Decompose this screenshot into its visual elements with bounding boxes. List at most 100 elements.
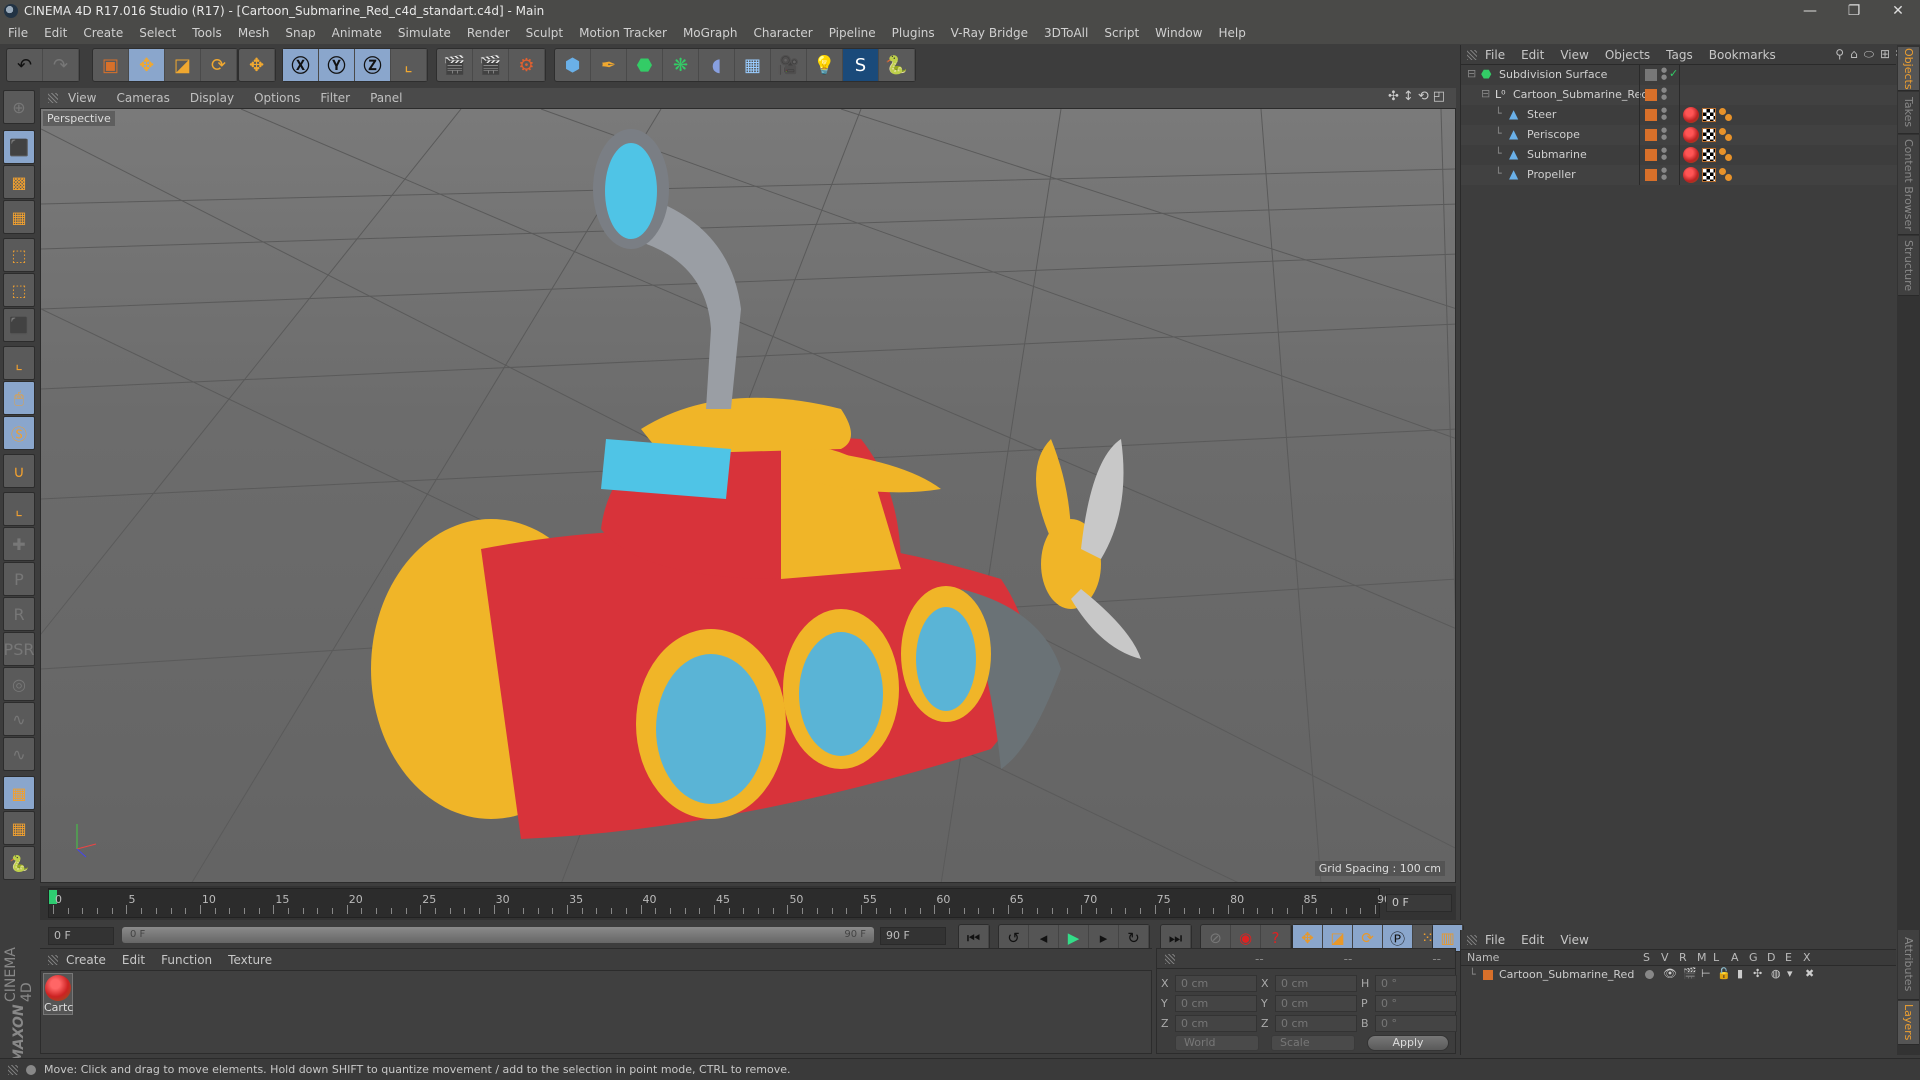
visibility-dots-icon[interactable]: ● ● xyxy=(1661,147,1667,161)
polygons-mode-icon[interactable]: ⬛ xyxy=(3,308,35,342)
object-menu-objects[interactable]: Objects xyxy=(1597,48,1658,62)
layer-lock-icon[interactable]: 🔓 xyxy=(1717,967,1731,980)
viewport-camera-label[interactable]: Perspective xyxy=(43,111,115,126)
object-name[interactable]: Cartoon_Submarine_Red xyxy=(1513,88,1648,101)
layer-color-swatch[interactable] xyxy=(1483,970,1493,980)
camera-icon[interactable]: 🎥 xyxy=(771,49,807,81)
menu-plugins[interactable]: Plugins xyxy=(884,26,943,40)
dolly-icon[interactable]: ↕ xyxy=(1403,89,1414,104)
end-frame-field[interactable]: 90 F xyxy=(880,927,946,945)
uvw-tag-icon[interactable] xyxy=(1702,148,1716,162)
position-z-field[interactable]: 0 cm xyxy=(1175,1015,1257,1032)
undo-icon[interactable]: ↶ xyxy=(7,49,43,81)
move-icon[interactable]: ✥ xyxy=(129,49,165,81)
object-menu-bookmarks[interactable]: Bookmarks xyxy=(1701,48,1784,62)
render-picture-viewer-icon[interactable]: 🎬 xyxy=(473,49,509,81)
selection-tag-icon[interactable] xyxy=(1719,148,1733,162)
material-menu-create[interactable]: Create xyxy=(58,953,114,967)
menu-script[interactable]: Script xyxy=(1096,26,1147,40)
viewport-menu-panel[interactable]: Panel xyxy=(360,91,412,105)
viewport-menu-filter[interactable]: Filter xyxy=(310,91,360,105)
rotation-p-field[interactable]: 0 ° xyxy=(1375,995,1457,1012)
panel-grip[interactable] xyxy=(1467,934,1477,945)
light-icon[interactable]: 💡 xyxy=(807,49,843,81)
layer-visible-icon[interactable]: 👁 xyxy=(1663,967,1677,980)
redo-icon[interactable]: ↷ xyxy=(43,49,79,81)
visibility-dots-icon[interactable]: ● ● xyxy=(1661,87,1667,101)
object-menu-edit[interactable]: Edit xyxy=(1513,48,1552,62)
mograph-cloner-icon[interactable]: ❋ xyxy=(663,49,699,81)
layer-animation-icon[interactable]: ▮ xyxy=(1737,967,1743,980)
bone-icon[interactable]: ∿ xyxy=(3,737,35,771)
visibility-dots-icon[interactable]: ● ● xyxy=(1661,107,1667,121)
layer-menu-view[interactable]: View xyxy=(1552,933,1596,947)
object-menu-tags[interactable]: Tags xyxy=(1658,48,1701,62)
layer-swatch[interactable] xyxy=(1645,129,1657,141)
pan-icon[interactable]: ✣ xyxy=(1388,89,1399,104)
layer-column-d[interactable]: D xyxy=(1767,951,1775,964)
floor-icon[interactable]: ▦ xyxy=(735,49,771,81)
layer-column-v[interactable]: V xyxy=(1661,951,1669,964)
object-row[interactable]: ⊟ ⬣ Subdivision Surface ✓ ● ● xyxy=(1461,65,1897,85)
object-menu-view[interactable]: View xyxy=(1552,48,1596,62)
selection-tag-icon[interactable] xyxy=(1719,128,1733,142)
ik-icon[interactable]: ∿ xyxy=(3,702,35,736)
visibility-dots-icon[interactable]: ● ● xyxy=(1661,127,1667,141)
tab-takes[interactable]: Takes xyxy=(1898,92,1919,134)
menu-render[interactable]: Render xyxy=(459,26,518,40)
menu-create[interactable]: Create xyxy=(75,26,131,40)
layer-expression-icon[interactable]: ▾ xyxy=(1787,967,1793,980)
layer-swatch[interactable] xyxy=(1645,149,1657,161)
tab-attributes[interactable]: Attributes xyxy=(1898,930,1919,1000)
object-row[interactable]: └ ▲ Submarine ● ● xyxy=(1461,145,1897,165)
viewport-menu-display[interactable]: Display xyxy=(180,91,244,105)
material-tag-icon[interactable] xyxy=(1683,127,1699,143)
menu-mesh[interactable]: Mesh xyxy=(230,26,278,40)
minimize-icon[interactable]: — xyxy=(1788,0,1832,22)
material-menu-texture[interactable]: Texture xyxy=(220,953,280,967)
object-menu-file[interactable]: File xyxy=(1477,48,1513,62)
enabled-check-icon[interactable]: ✓ xyxy=(1669,67,1678,80)
perspective-viewport[interactable]: Perspective Grid Spacing : 100 cm xyxy=(40,108,1456,883)
tree-expander[interactable]: ⊟ xyxy=(1467,67,1476,80)
menu-edit[interactable]: Edit xyxy=(36,26,75,40)
pen-icon[interactable]: ✒ xyxy=(591,49,627,81)
3dtoall-icon[interactable]: S xyxy=(843,49,879,81)
layer-generator-icon[interactable]: ✣ xyxy=(1753,967,1762,980)
rotation-b-field[interactable]: 0 ° xyxy=(1375,1015,1457,1032)
model-mode-icon[interactable]: ⬛ xyxy=(3,130,35,164)
material-tag-icon[interactable] xyxy=(1683,147,1699,163)
menu-window[interactable]: Window xyxy=(1147,26,1210,40)
object-name[interactable]: Subdivision Surface xyxy=(1499,68,1607,81)
uvw-tag-icon[interactable] xyxy=(1702,128,1716,142)
x-axis-icon[interactable]: Ⓧ xyxy=(283,49,319,81)
material-tag-icon[interactable] xyxy=(1683,107,1699,123)
panel-grip[interactable] xyxy=(48,954,58,965)
rotation-h-field[interactable]: 0 ° xyxy=(1375,975,1457,992)
current-frame-field[interactable]: 0 F xyxy=(1386,894,1452,912)
texture-mode-icon[interactable]: ▩ xyxy=(3,165,35,199)
size-y-field[interactable]: 0 cm xyxy=(1275,995,1357,1012)
position-y-field[interactable]: 0 cm xyxy=(1175,995,1257,1012)
layer-column-l[interactable]: L xyxy=(1713,951,1719,964)
orbit-icon[interactable]: ⟲ xyxy=(1418,89,1429,104)
material-menu-function[interactable]: Function xyxy=(153,953,220,967)
tab-structure[interactable]: Structure xyxy=(1898,236,1919,296)
python-script-icon[interactable]: 🐍 xyxy=(3,846,35,880)
material-tag-icon[interactable] xyxy=(1683,167,1699,183)
points-mode-icon[interactable]: ⬚ xyxy=(3,238,35,272)
size-x-field[interactable]: 0 cm xyxy=(1275,975,1357,992)
selection-tag-icon[interactable] xyxy=(1719,168,1733,182)
search-icon[interactable]: ⚲ xyxy=(1835,47,1844,62)
menu-mograph[interactable]: MoGraph xyxy=(675,26,746,40)
layer-render-icon[interactable]: 🎬 xyxy=(1683,967,1697,980)
object-row[interactable]: └ ▲ Steer ● ● xyxy=(1461,105,1897,125)
layer-deformer-icon[interactable]: ◍ xyxy=(1771,967,1781,980)
menu-select[interactable]: Select xyxy=(131,26,184,40)
edges-mode-icon[interactable]: ⬚ xyxy=(3,273,35,307)
tab-objects[interactable]: Objects xyxy=(1898,47,1919,91)
layer-xref-icon[interactable]: ✖ xyxy=(1805,967,1814,980)
menu-vray-bridge[interactable]: V-Ray Bridge xyxy=(943,26,1036,40)
render-view-icon[interactable]: 🎬 xyxy=(437,49,473,81)
p-icon[interactable]: P xyxy=(3,562,35,596)
